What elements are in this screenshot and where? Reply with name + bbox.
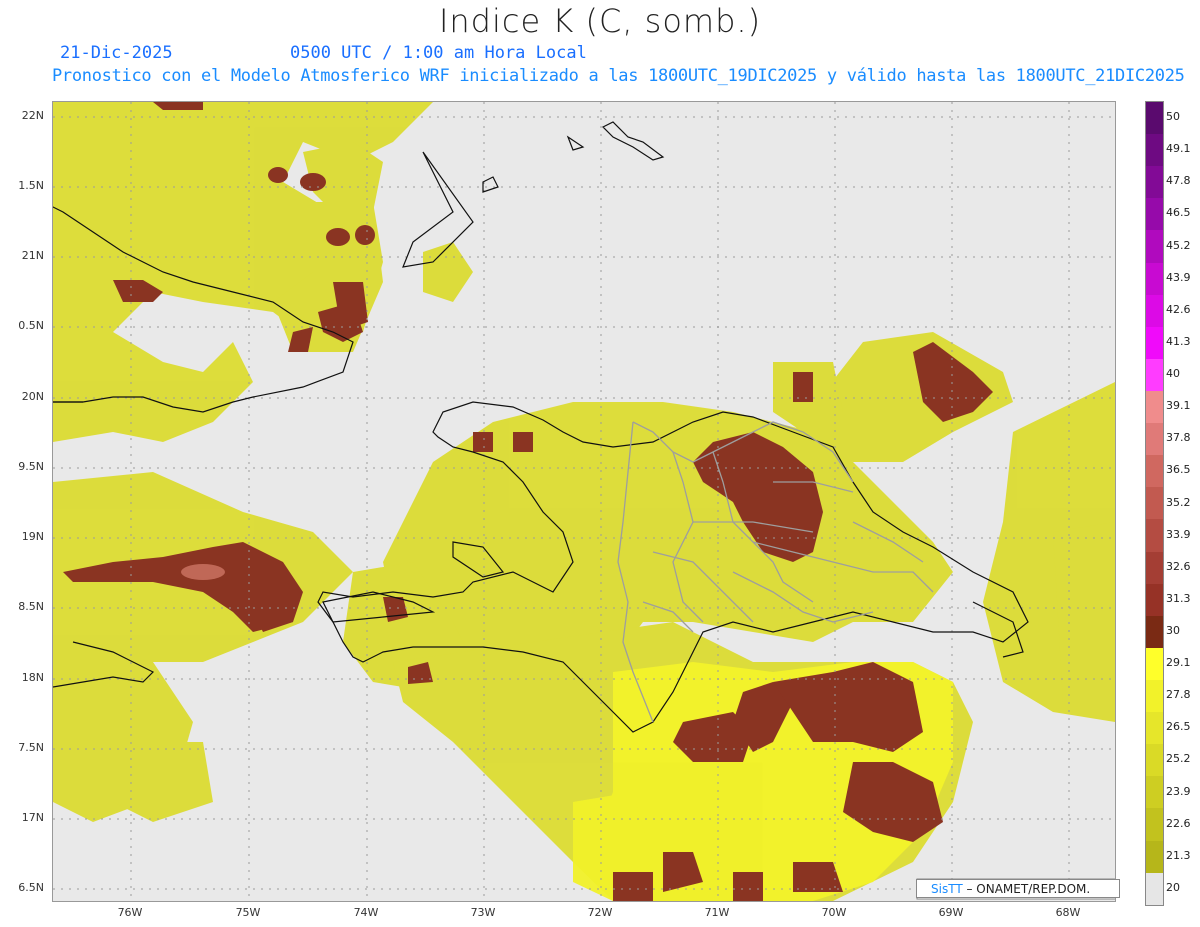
lon-label: 74W [353, 906, 379, 919]
lat-label: 8.5N [18, 600, 44, 613]
colorbar-swatch [1146, 744, 1163, 777]
colorbar-swatch [1146, 647, 1163, 680]
colorbar-label: 22.6 [1166, 816, 1191, 830]
colorbar-label: 25.2 [1166, 752, 1191, 766]
colorbar-swatch [1146, 487, 1163, 520]
lat-label: 6.5N [18, 881, 44, 894]
lat-label: 21N [21, 249, 44, 262]
colorbar-swatch [1146, 262, 1163, 295]
colorbar-swatch [1146, 423, 1163, 456]
colorbar-swatch [1146, 230, 1163, 263]
colorbar-label: 45.2 [1166, 238, 1191, 252]
lon-label: 70W [821, 906, 847, 919]
map-panel [52, 101, 1116, 902]
colorbar-label: 30 [1166, 623, 1180, 637]
lat-label: 9.5N [18, 460, 44, 473]
forecast-date: 21-Dic-2025 [60, 43, 173, 63]
lat-label: 1.5N [18, 179, 44, 192]
lon-label: 73W [470, 906, 496, 919]
lat-label: 19N [21, 530, 44, 543]
colorbar-label: 33.9 [1166, 527, 1191, 541]
lat-label: 7.5N [18, 741, 44, 754]
colorbar-swatch [1146, 872, 1163, 905]
colorbar-swatch [1146, 615, 1163, 648]
colorbar-label: 21.3 [1166, 848, 1191, 862]
lat-label: 17N [21, 811, 44, 824]
colorbar-label: 23.9 [1166, 784, 1191, 798]
k-index-map [53, 102, 1115, 901]
forecast-subtitle: Pronostico con el Modelo Atmosferico WRF… [52, 66, 1185, 86]
lon-label: 75W [235, 906, 261, 919]
colorbar-label: 37.8 [1166, 431, 1191, 445]
colorbar-swatch [1146, 326, 1163, 359]
colorbar-label: 50 [1166, 110, 1180, 124]
colorbar-label: 36.5 [1166, 463, 1191, 477]
colorbar-label: 49.1 [1166, 142, 1191, 156]
map-title: Indice K (C, somb.) [438, 2, 762, 40]
colorbar-swatch [1146, 712, 1163, 745]
colorbar-label: 43.9 [1166, 270, 1191, 284]
colorbar-swatch [1146, 166, 1163, 199]
onamet-credit: – ONAMET/REP.DOM. [966, 882, 1091, 896]
colorbar-swatch [1146, 551, 1163, 584]
colorbar-label: 29.1 [1166, 656, 1191, 670]
lon-label: 71W [704, 906, 730, 919]
colorbar-swatch [1146, 455, 1163, 488]
colorbar-label: 40 [1166, 367, 1180, 381]
k-index-field-peak [181, 564, 225, 580]
lon-label: 69W [938, 906, 964, 919]
colorbar-label: 39.1 [1166, 399, 1191, 413]
colorbar-label: 31.3 [1166, 591, 1191, 605]
forecast-time: 0500 UTC / 1:00 am Hora Local [290, 43, 587, 63]
colorbar-label: 46.5 [1166, 206, 1191, 220]
colorbar-label: 35.2 [1166, 495, 1191, 509]
credit-label: SisTT – ONAMET/REP.DOM. [916, 879, 1120, 898]
lon-label: 76W [117, 906, 143, 919]
colorbar-label: 20 [1166, 880, 1180, 894]
colorbar-swatch [1146, 390, 1163, 424]
sis-logo-text: SisTT [931, 882, 963, 896]
colorbar-swatch [1146, 679, 1163, 713]
colorbar-label: 42.6 [1166, 302, 1191, 316]
colorbar-label: 32.6 [1166, 559, 1191, 573]
lon-label: 68W [1055, 906, 1081, 919]
colorbar-swatch [1146, 776, 1163, 809]
colorbar-label: 47.8 [1166, 174, 1191, 188]
colorbar [1145, 101, 1164, 906]
colorbar-swatch [1146, 134, 1163, 167]
colorbar-swatch [1146, 519, 1163, 552]
colorbar-swatch [1146, 102, 1163, 135]
lat-label: 18N [21, 671, 44, 684]
colorbar-swatch [1146, 583, 1163, 616]
colorbar-swatch [1146, 840, 1163, 873]
colorbar-label: 26.5 [1166, 720, 1191, 734]
colorbar-swatch [1146, 808, 1163, 841]
lat-label: 0.5N [18, 319, 44, 332]
colorbar-label: 41.3 [1166, 334, 1191, 348]
colorbar-swatch [1146, 294, 1163, 327]
lat-label: 22N [21, 109, 44, 122]
colorbar-swatch [1146, 358, 1163, 391]
lat-label: 20N [21, 390, 44, 403]
lon-label: 72W [587, 906, 613, 919]
colorbar-swatch [1146, 198, 1163, 231]
colorbar-label: 27.8 [1166, 688, 1191, 702]
